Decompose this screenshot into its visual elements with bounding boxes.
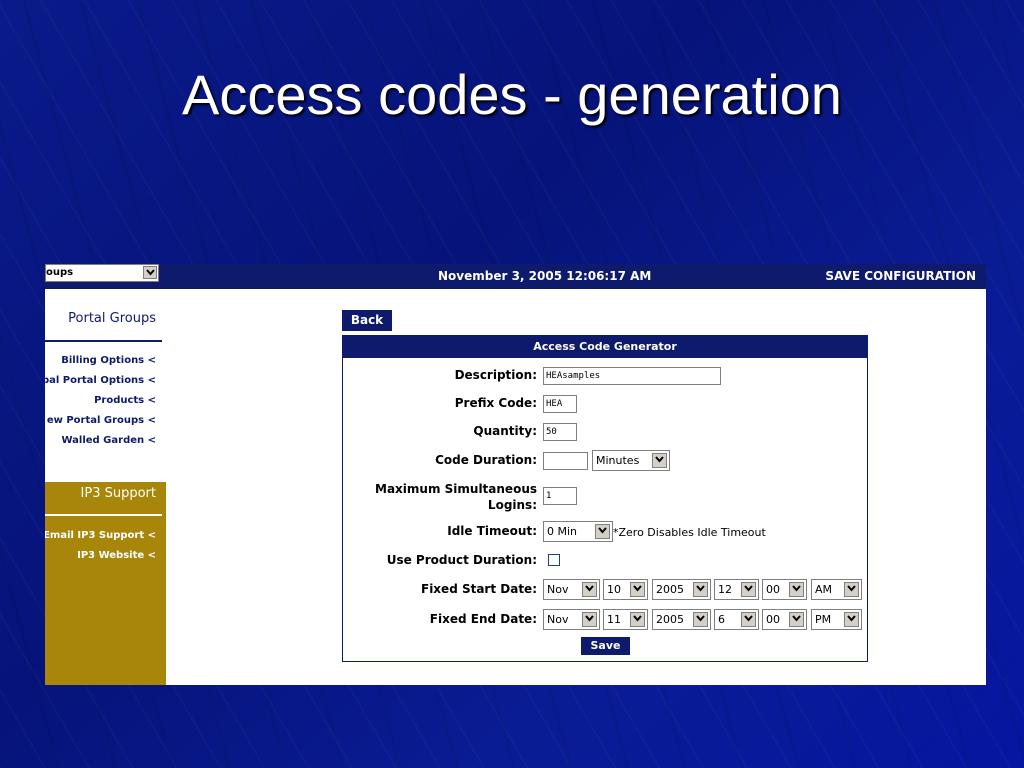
end-year-value: 2005 bbox=[656, 613, 684, 626]
start-year-select[interactable]: 2005 bbox=[652, 579, 711, 600]
start-minute-value: 00 bbox=[766, 583, 780, 596]
end-ampm-select[interactable]: PM bbox=[811, 609, 862, 630]
start-ampm-select[interactable]: AM bbox=[811, 579, 862, 600]
use-product-duration-checkbox[interactable] bbox=[548, 554, 560, 566]
portal-groups-heading: Portal Groups bbox=[68, 311, 156, 326]
use-product-duration-label: Use Product Duration: bbox=[386, 553, 537, 567]
idle-timeout-label: Idle Timeout: bbox=[447, 524, 537, 538]
idle-timeout-select[interactable]: 0 Min bbox=[543, 521, 613, 542]
prefix-code-input[interactable]: HEA bbox=[543, 395, 577, 413]
sidebar-item-ip3-website[interactable]: IP3 Website < bbox=[77, 550, 156, 561]
description-input[interactable]: HEAsamples bbox=[543, 367, 721, 385]
app-screenshot: oups November 3, 2005 12:06:17 AM SAVE C… bbox=[45, 264, 986, 685]
quantity-label: Quantity: bbox=[473, 424, 537, 438]
start-day-value: 10 bbox=[607, 583, 621, 596]
sidebar-divider bbox=[45, 340, 162, 342]
code-duration-input[interactable] bbox=[543, 452, 588, 470]
sidebar-item-walled-garden[interactable]: Walled Garden < bbox=[61, 435, 156, 446]
chevron-down-icon bbox=[630, 612, 645, 627]
chevron-down-icon bbox=[844, 612, 859, 627]
end-day-value: 11 bbox=[607, 613, 621, 626]
end-minute-value: 00 bbox=[766, 613, 780, 626]
chevron-down-icon bbox=[693, 612, 708, 627]
end-year-select[interactable]: 2005 bbox=[652, 609, 711, 630]
max-logins-label: Maximum Simultaneous Logins: bbox=[375, 481, 537, 513]
end-ampm-value: PM bbox=[815, 613, 832, 626]
top-bar: oups November 3, 2005 12:06:17 AM SAVE C… bbox=[45, 264, 986, 289]
chevron-down-icon bbox=[652, 453, 667, 468]
chevron-down-icon bbox=[595, 524, 610, 539]
save-button[interactable]: Save bbox=[581, 637, 630, 655]
code-duration-label: Code Duration: bbox=[435, 453, 537, 467]
idle-timeout-note: *Zero Disables Idle Timeout bbox=[613, 526, 766, 539]
max-logins-label-line2: Logins: bbox=[487, 498, 537, 512]
sidebar: Portal Groups Billing Options < bal Port… bbox=[45, 289, 166, 685]
chevron-down-icon bbox=[844, 582, 859, 597]
start-hour-value: 12 bbox=[718, 583, 732, 596]
chevron-down-icon bbox=[582, 582, 597, 597]
chevron-down-icon bbox=[582, 612, 597, 627]
chevron-down-icon bbox=[789, 582, 804, 597]
chevron-down-icon bbox=[693, 582, 708, 597]
start-day-select[interactable]: 10 bbox=[603, 579, 648, 600]
max-logins-input[interactable]: 1 bbox=[543, 487, 577, 505]
access-code-generator-panel: Access Code Generator Description: HEAsa… bbox=[342, 335, 868, 662]
max-logins-label-line1: Maximum Simultaneous bbox=[375, 482, 537, 496]
chevron-down-icon bbox=[630, 582, 645, 597]
end-minute-select[interactable]: 00 bbox=[762, 609, 807, 630]
chevron-down-icon bbox=[741, 582, 756, 597]
chevron-down-icon bbox=[741, 612, 756, 627]
chevron-down-icon bbox=[789, 612, 804, 627]
sidebar-item-new-portal-groups[interactable]: ew Portal Groups < bbox=[47, 415, 156, 426]
description-label: Description: bbox=[454, 368, 537, 382]
duration-unit-value: Minutes bbox=[596, 454, 640, 467]
groups-select-value: oups bbox=[46, 267, 74, 278]
fixed-end-label: Fixed End Date: bbox=[429, 612, 537, 626]
support-heading: IP3 Support bbox=[80, 486, 156, 501]
chevron-down-icon bbox=[143, 266, 157, 279]
start-month-value: Nov bbox=[547, 583, 569, 596]
save-configuration-link[interactable]: SAVE CONFIGURATION bbox=[825, 269, 976, 283]
current-datetime: November 3, 2005 12:06:17 AM bbox=[438, 269, 652, 283]
support-divider bbox=[45, 514, 162, 516]
slide-title: Access codes - generation bbox=[182, 63, 842, 126]
end-month-select[interactable]: Nov bbox=[543, 609, 600, 630]
duration-unit-select[interactable]: Minutes bbox=[592, 450, 670, 471]
start-ampm-value: AM bbox=[815, 583, 833, 596]
end-hour-select[interactable]: 6 bbox=[714, 609, 759, 630]
panel-title: Access Code Generator bbox=[343, 336, 867, 358]
end-hour-value: 6 bbox=[718, 613, 725, 626]
prefix-code-label: Prefix Code: bbox=[454, 396, 537, 410]
start-hour-select[interactable]: 12 bbox=[714, 579, 759, 600]
idle-timeout-value: 0 Min bbox=[547, 525, 578, 538]
back-button[interactable]: Back bbox=[342, 310, 392, 331]
quantity-input[interactable]: 50 bbox=[543, 423, 577, 441]
end-day-select[interactable]: 11 bbox=[603, 609, 648, 630]
groups-select[interactable]: oups bbox=[45, 264, 159, 282]
start-year-value: 2005 bbox=[656, 583, 684, 596]
sidebar-item-email-support[interactable]: Email IP3 Support < bbox=[45, 530, 156, 541]
support-panel: IP3 Support Email IP3 Support < IP3 Webs… bbox=[45, 482, 166, 685]
sidebar-item-products[interactable]: Products < bbox=[94, 395, 156, 406]
end-month-value: Nov bbox=[547, 613, 569, 626]
sidebar-item-global-portal-options[interactable]: bal Portal Options < bbox=[45, 375, 156, 386]
start-minute-select[interactable]: 00 bbox=[762, 579, 807, 600]
fixed-start-label: Fixed Start Date: bbox=[421, 582, 537, 596]
start-month-select[interactable]: Nov bbox=[543, 579, 600, 600]
sidebar-item-billing-options[interactable]: Billing Options < bbox=[61, 355, 156, 366]
